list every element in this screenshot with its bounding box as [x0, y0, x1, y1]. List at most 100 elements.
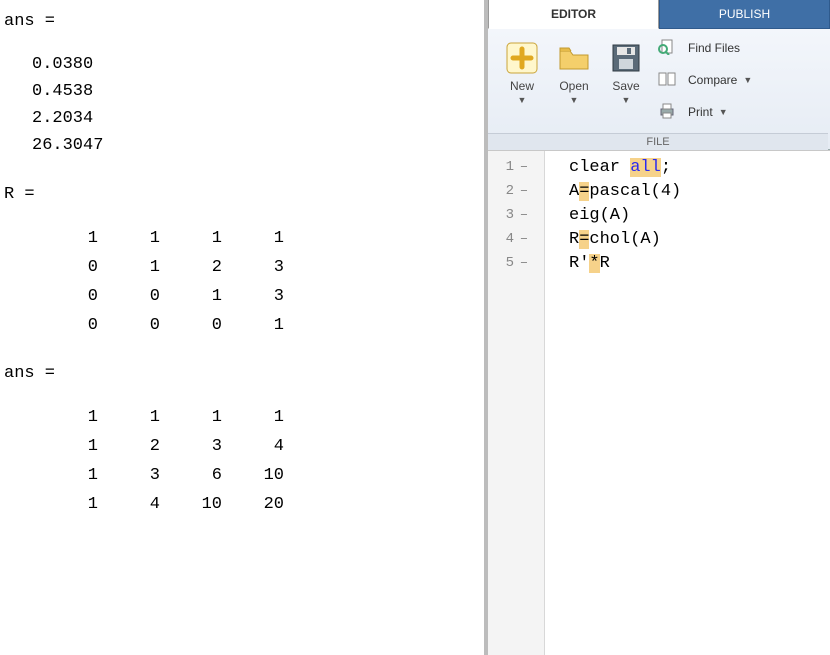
- code-token: pascal(4): [589, 182, 681, 201]
- code-line[interactable]: clear all;: [569, 155, 681, 179]
- output-matrix-R: 1111012300130001: [36, 224, 284, 340]
- table-cell: 1: [36, 224, 98, 253]
- table-row: 1111: [36, 403, 284, 432]
- code-token: A: [569, 182, 579, 201]
- table-cell: 0: [98, 282, 160, 311]
- command-window: ans = 0.03800.45382.203426.3047 R = 1111…: [0, 0, 484, 655]
- code-token: ;: [661, 158, 671, 177]
- compare-label: Compare: [688, 73, 737, 87]
- new-button[interactable]: New ▼: [496, 33, 548, 105]
- new-label: New: [496, 79, 548, 93]
- code-token: all: [630, 158, 661, 177]
- code-token: eig(A): [569, 206, 630, 225]
- chevron-down-icon: ▼: [496, 95, 548, 105]
- open-button[interactable]: Open ▼: [548, 33, 600, 105]
- table-cell: 3: [222, 282, 284, 311]
- code-line[interactable]: R=chol(A): [569, 227, 681, 251]
- plus-icon: [496, 39, 548, 77]
- gutter-line: 5–: [488, 251, 544, 275]
- table-row: 1111: [36, 224, 284, 253]
- code-area[interactable]: 1–2–3–4–5– clear all;A=pascal(4)eig(A)R=…: [488, 150, 830, 655]
- table-cell: 0: [36, 282, 98, 311]
- compare-button[interactable]: Compare ▼: [658, 69, 752, 91]
- code-token: R': [569, 254, 589, 273]
- compare-icon: [658, 71, 682, 90]
- toolstrip: New ▼ Open ▼ Save: [488, 29, 830, 150]
- save-label: Save: [600, 79, 652, 93]
- code-token: clear: [569, 158, 630, 177]
- table-cell: 1: [36, 490, 98, 519]
- table-row: 0001: [36, 311, 284, 340]
- editor-panel: EDITOR PUBLISH New ▼: [484, 0, 830, 655]
- table-cell: 4: [222, 432, 284, 461]
- print-button[interactable]: Print ▼: [658, 101, 752, 123]
- output-values-eig: 0.03800.45382.203426.3047: [32, 51, 480, 159]
- table-row: 1234: [36, 432, 284, 461]
- table-cell: 3: [98, 461, 160, 490]
- gutter-line: 1–: [488, 155, 544, 179]
- table-cell: 0: [36, 311, 98, 340]
- save-button[interactable]: Save ▼: [600, 33, 652, 105]
- code-token: chol(A): [589, 230, 660, 249]
- chevron-down-icon: ▼: [743, 75, 752, 85]
- gutter-line: 4–: [488, 227, 544, 251]
- chevron-down-icon: ▼: [719, 107, 728, 117]
- code-line[interactable]: R'*R: [569, 251, 681, 275]
- tab-publish[interactable]: PUBLISH: [659, 0, 830, 29]
- find-files-icon: [658, 39, 682, 58]
- table-row: 0123: [36, 253, 284, 282]
- save-icon: [600, 39, 652, 77]
- output-matrix-ans2: 1111123413610141020: [36, 403, 284, 519]
- chevron-down-icon: ▼: [548, 95, 600, 105]
- table-cell: 1: [160, 282, 222, 311]
- table-cell: 2: [98, 432, 160, 461]
- print-icon: [658, 103, 682, 122]
- table-cell: 1: [222, 403, 284, 432]
- gutter: 1–2–3–4–5–: [488, 151, 545, 655]
- table-cell: 10: [222, 461, 284, 490]
- output-label-R: R =: [4, 181, 480, 208]
- gutter-line: 2–: [488, 179, 544, 203]
- open-label: Open: [548, 79, 600, 93]
- table-cell: 0: [36, 253, 98, 282]
- table-cell: 6: [160, 461, 222, 490]
- source[interactable]: clear all;A=pascal(4)eig(A)R=chol(A)R'*R: [545, 151, 681, 655]
- code-line[interactable]: A=pascal(4): [569, 179, 681, 203]
- table-cell: 0: [98, 311, 160, 340]
- code-token: *: [589, 254, 599, 273]
- table-cell: 2: [160, 253, 222, 282]
- table-cell: 1: [98, 224, 160, 253]
- table-row: 0013: [36, 282, 284, 311]
- table-row: 141020: [36, 490, 284, 519]
- code-token: =: [579, 230, 589, 249]
- code-line[interactable]: eig(A): [569, 203, 681, 227]
- table-cell: 3: [160, 432, 222, 461]
- table-cell: 0: [160, 311, 222, 340]
- tab-editor[interactable]: EDITOR: [488, 0, 659, 29]
- table-cell: 1: [222, 224, 284, 253]
- find-files-button[interactable]: Find Files: [658, 37, 752, 59]
- table-row: 13610: [36, 461, 284, 490]
- table-cell: 1: [222, 311, 284, 340]
- output-value: 0.4538: [32, 78, 480, 105]
- output-label-ans1: ans =: [4, 8, 480, 35]
- table-cell: 1: [160, 224, 222, 253]
- table-cell: 4: [98, 490, 160, 519]
- table-cell: 1: [98, 253, 160, 282]
- table-cell: 1: [98, 403, 160, 432]
- gutter-line: 3–: [488, 203, 544, 227]
- output-value: 2.2034: [32, 105, 480, 132]
- table-cell: 1: [36, 432, 98, 461]
- table-cell: 1: [160, 403, 222, 432]
- group-label-file: FILE: [488, 133, 828, 150]
- code-token: R: [600, 254, 610, 273]
- table-cell: 1: [36, 461, 98, 490]
- table-cell: 3: [222, 253, 284, 282]
- table-cell: 10: [160, 490, 222, 519]
- find-files-label: Find Files: [688, 41, 740, 55]
- table-cell: 20: [222, 490, 284, 519]
- chevron-down-icon: ▼: [600, 95, 652, 105]
- ribbon-tabs: EDITOR PUBLISH: [488, 0, 830, 29]
- folder-open-icon: [548, 39, 600, 77]
- print-label: Print: [688, 105, 713, 119]
